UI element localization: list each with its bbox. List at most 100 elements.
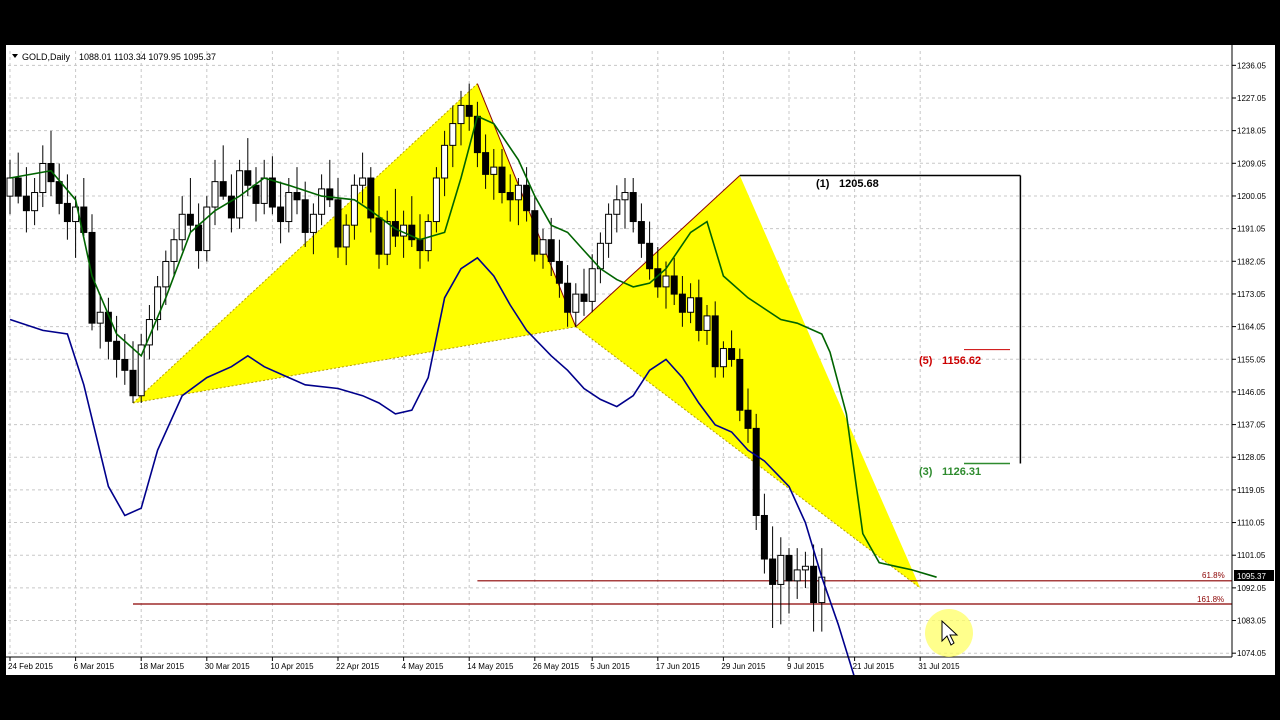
y-tick-label: 1119.05 xyxy=(1237,486,1265,495)
candle-bull xyxy=(793,569,801,582)
candle-bear xyxy=(531,210,539,255)
candle-bear xyxy=(293,192,301,201)
candle-bull xyxy=(449,123,457,146)
y-tick-label: 1209.05 xyxy=(1237,159,1266,168)
candle-bull xyxy=(211,181,219,208)
x-tick-label: 4 May 2015 xyxy=(402,662,444,671)
level-1-id: (1) xyxy=(816,178,830,190)
y-tick-label: 1137.05 xyxy=(1237,421,1266,430)
candle-bull xyxy=(309,213,317,233)
y-tick-label: 1173.05 xyxy=(1237,290,1266,299)
candle-bull xyxy=(441,144,449,179)
level-5-value: 1156.62 xyxy=(942,355,981,367)
x-tick-label: 29 Jun 2015 xyxy=(721,662,766,671)
candle-bear xyxy=(678,293,686,313)
candle-bull xyxy=(588,268,596,302)
candle-bull xyxy=(572,293,580,313)
candle-bear xyxy=(523,184,531,212)
y-tick-label: 1155.05 xyxy=(1237,355,1266,364)
y-tick-label: 1092.05 xyxy=(1237,584,1266,593)
candle-bear xyxy=(670,275,678,295)
candle-bull xyxy=(31,192,39,212)
x-tick-label: 21 Jul 2015 xyxy=(853,662,895,671)
candle-bear xyxy=(277,206,285,223)
candle-bear xyxy=(55,181,63,204)
candle-bear xyxy=(14,177,22,197)
candle-bear xyxy=(326,188,334,201)
candle-bull xyxy=(662,275,670,288)
x-tick-label: 9 Jul 2015 xyxy=(787,662,824,671)
candle-bull xyxy=(400,224,408,237)
x-tick-label: 14 May 2015 xyxy=(467,662,514,671)
level-3-id: (3) xyxy=(919,466,933,478)
x-tick-label: 30 Mar 2015 xyxy=(205,662,250,671)
candle-bear xyxy=(129,369,137,397)
x-tick-label: 18 Mar 2015 xyxy=(139,662,184,671)
candle-bear xyxy=(482,152,490,175)
candle-bear xyxy=(580,293,588,302)
candle-bear xyxy=(498,166,506,194)
candle-bull xyxy=(539,239,547,255)
candle-bear xyxy=(506,192,514,201)
candle-bear xyxy=(646,242,654,270)
chart-window[interactable]: 1236.05 1227.05 1218.05 1209.05 1200.05 1191.… xyxy=(6,45,1275,675)
candlestick-chart: 1236.05 1227.05 1218.05 1209.05 1200.05 1191.… xyxy=(6,45,1275,675)
candle-bear xyxy=(555,260,563,284)
candle-bear xyxy=(219,181,227,197)
candle-bull xyxy=(490,166,498,175)
candle-bull xyxy=(154,286,162,321)
x-tick-label: 22 Apr 2015 xyxy=(336,662,380,671)
candle-bull xyxy=(96,311,104,324)
candle-bull xyxy=(432,177,440,223)
fib-1618-label: 161.8% xyxy=(1197,595,1224,604)
candle-bear xyxy=(752,427,760,516)
y-tick-label: 1083.05 xyxy=(1237,617,1266,626)
candle-bear xyxy=(301,199,309,233)
y-tick-label: 1227.05 xyxy=(1237,94,1266,103)
candle-bear xyxy=(113,340,121,360)
candle-bear xyxy=(728,348,736,360)
candle-bear xyxy=(785,554,793,582)
y-tick-label: 1146.05 xyxy=(1237,388,1266,397)
candle-bear xyxy=(736,358,744,411)
candle-bear xyxy=(375,217,383,255)
x-tick-label: 24 Feb 2015 xyxy=(8,662,53,671)
current-price-tag: 1095.37 xyxy=(1234,570,1274,581)
candle-bull xyxy=(342,224,350,248)
candle-bear xyxy=(63,202,71,223)
x-tick-label: 6 Mar 2015 xyxy=(74,662,115,671)
y-tick-label: 1182.05 xyxy=(1237,257,1266,266)
candle-bull xyxy=(39,162,47,194)
y-tick-label: 1200.05 xyxy=(1237,192,1266,201)
candle-bear xyxy=(22,195,30,212)
candle-bull xyxy=(703,315,711,331)
candle-bear xyxy=(637,221,645,244)
symbol-label: GOLD,Daily xyxy=(22,52,71,62)
candle-bear xyxy=(810,565,818,604)
x-tick-label: 17 Jun 2015 xyxy=(656,662,701,671)
candle-bull xyxy=(687,297,695,313)
candle-bull xyxy=(613,199,621,215)
x-tick-label: 31 Jul 2015 xyxy=(918,662,960,671)
x-tick-label: 5 Jun 2015 xyxy=(590,662,630,671)
y-tick-label: 1236.05 xyxy=(1237,61,1266,70)
level-5-id: (5) xyxy=(919,355,933,367)
candle-bear xyxy=(629,192,637,223)
candle-bear xyxy=(252,184,260,204)
chart-header: GOLD,Daily 1088.01 1103.34 1079.95 1095.… xyxy=(12,52,216,62)
candle-bull xyxy=(514,184,522,201)
candle-bear xyxy=(186,213,194,226)
candle-bear xyxy=(244,170,252,186)
current-price-label: 1095.37 xyxy=(1237,572,1266,581)
level-3-value: 1126.31 xyxy=(942,466,981,478)
candle-bear xyxy=(744,409,752,429)
y-tick-label: 1164.05 xyxy=(1237,323,1266,332)
candle-bear xyxy=(121,358,129,371)
mouse-cursor-icon xyxy=(925,609,973,657)
candle-bull xyxy=(6,177,14,197)
y-tick-label: 1191.05 xyxy=(1237,225,1266,234)
fib-618-label: 61.8% xyxy=(1202,571,1225,580)
candle-bull xyxy=(203,206,211,252)
candle-bull xyxy=(170,239,178,262)
candle-bear xyxy=(547,239,555,262)
